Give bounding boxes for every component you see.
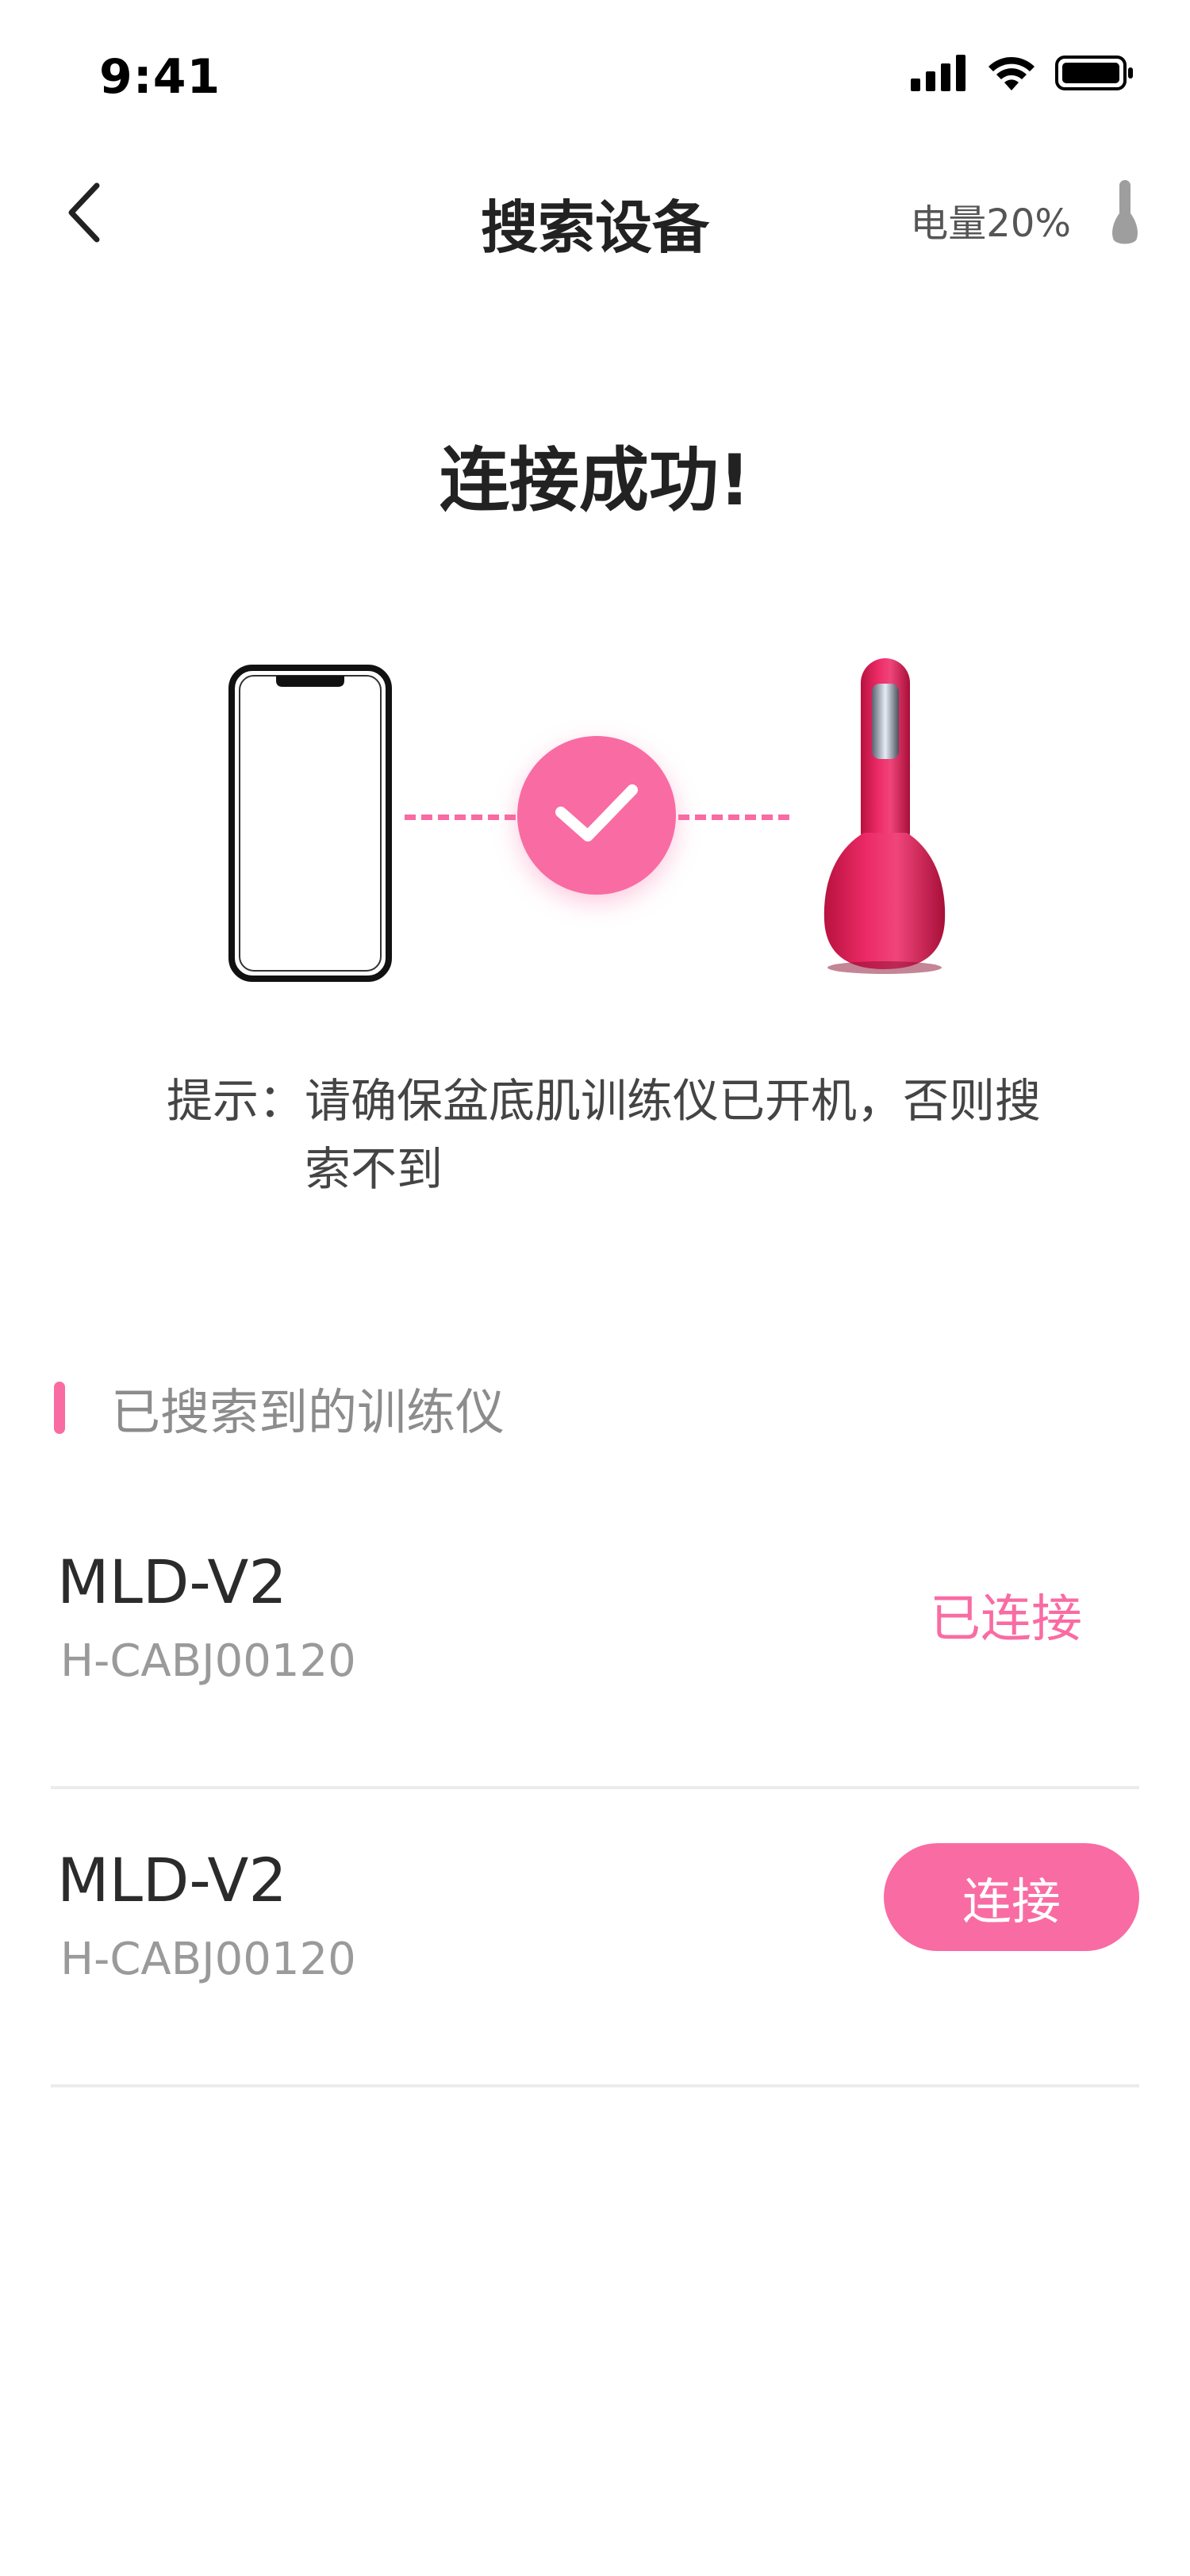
found-devices-section-header: 已搜索到的训练仪 xyxy=(54,1372,505,1443)
wifi-icon xyxy=(985,54,1038,95)
connection-illustration xyxy=(0,634,1190,1015)
device-name: MLD-V2 xyxy=(57,1845,287,1915)
connect-button[interactable]: 连接 xyxy=(884,1843,1139,1951)
tip-label: 提示： xyxy=(167,1074,305,1128)
nav-bar: 搜索设备 电量20% xyxy=(0,151,1190,278)
connection-success-title: 连接成功! xyxy=(439,439,751,521)
battery-icon xyxy=(1055,54,1134,95)
status-icons xyxy=(911,54,1134,95)
device-serial: H-CABJ00120 xyxy=(60,1934,356,1985)
tip-message: 提示： 请确保盆底肌训练仪已开机，否则搜索不到 xyxy=(167,1067,1047,1203)
connected-status: 已连接 xyxy=(930,1590,1082,1649)
cellular-signal-icon xyxy=(911,55,968,94)
trainer-device-image xyxy=(805,650,964,987)
list-item: MLD-V2 H-CABJ00120 连接 xyxy=(51,1789,1139,2087)
connection-dash-left xyxy=(405,815,516,820)
connection-dash-right xyxy=(678,815,789,820)
status-bar: 9:41 xyxy=(0,0,1190,151)
tip-text: 请确保盆底肌训练仪已开机，否则搜索不到 xyxy=(305,1074,1042,1196)
battery-level-label: 电量20% xyxy=(910,201,1071,246)
success-check-badge xyxy=(517,736,676,895)
device-list: MLD-V2 H-CABJ00120 已连接 MLD-V2 H-CABJ0012… xyxy=(51,1491,1139,2087)
phone-icon xyxy=(228,665,392,985)
checkmark-icon xyxy=(553,782,640,849)
device-serial: H-CABJ00120 xyxy=(60,1635,356,1687)
trainer-device-icon xyxy=(1109,178,1141,248)
status-time: 9:41 xyxy=(99,49,221,105)
section-title: 已搜索到的训练仪 xyxy=(111,1383,505,1441)
device-name: MLD-V2 xyxy=(57,1547,287,1617)
section-accent-bar xyxy=(54,1382,65,1434)
list-item: MLD-V2 H-CABJ00120 已连接 xyxy=(51,1491,1139,1789)
